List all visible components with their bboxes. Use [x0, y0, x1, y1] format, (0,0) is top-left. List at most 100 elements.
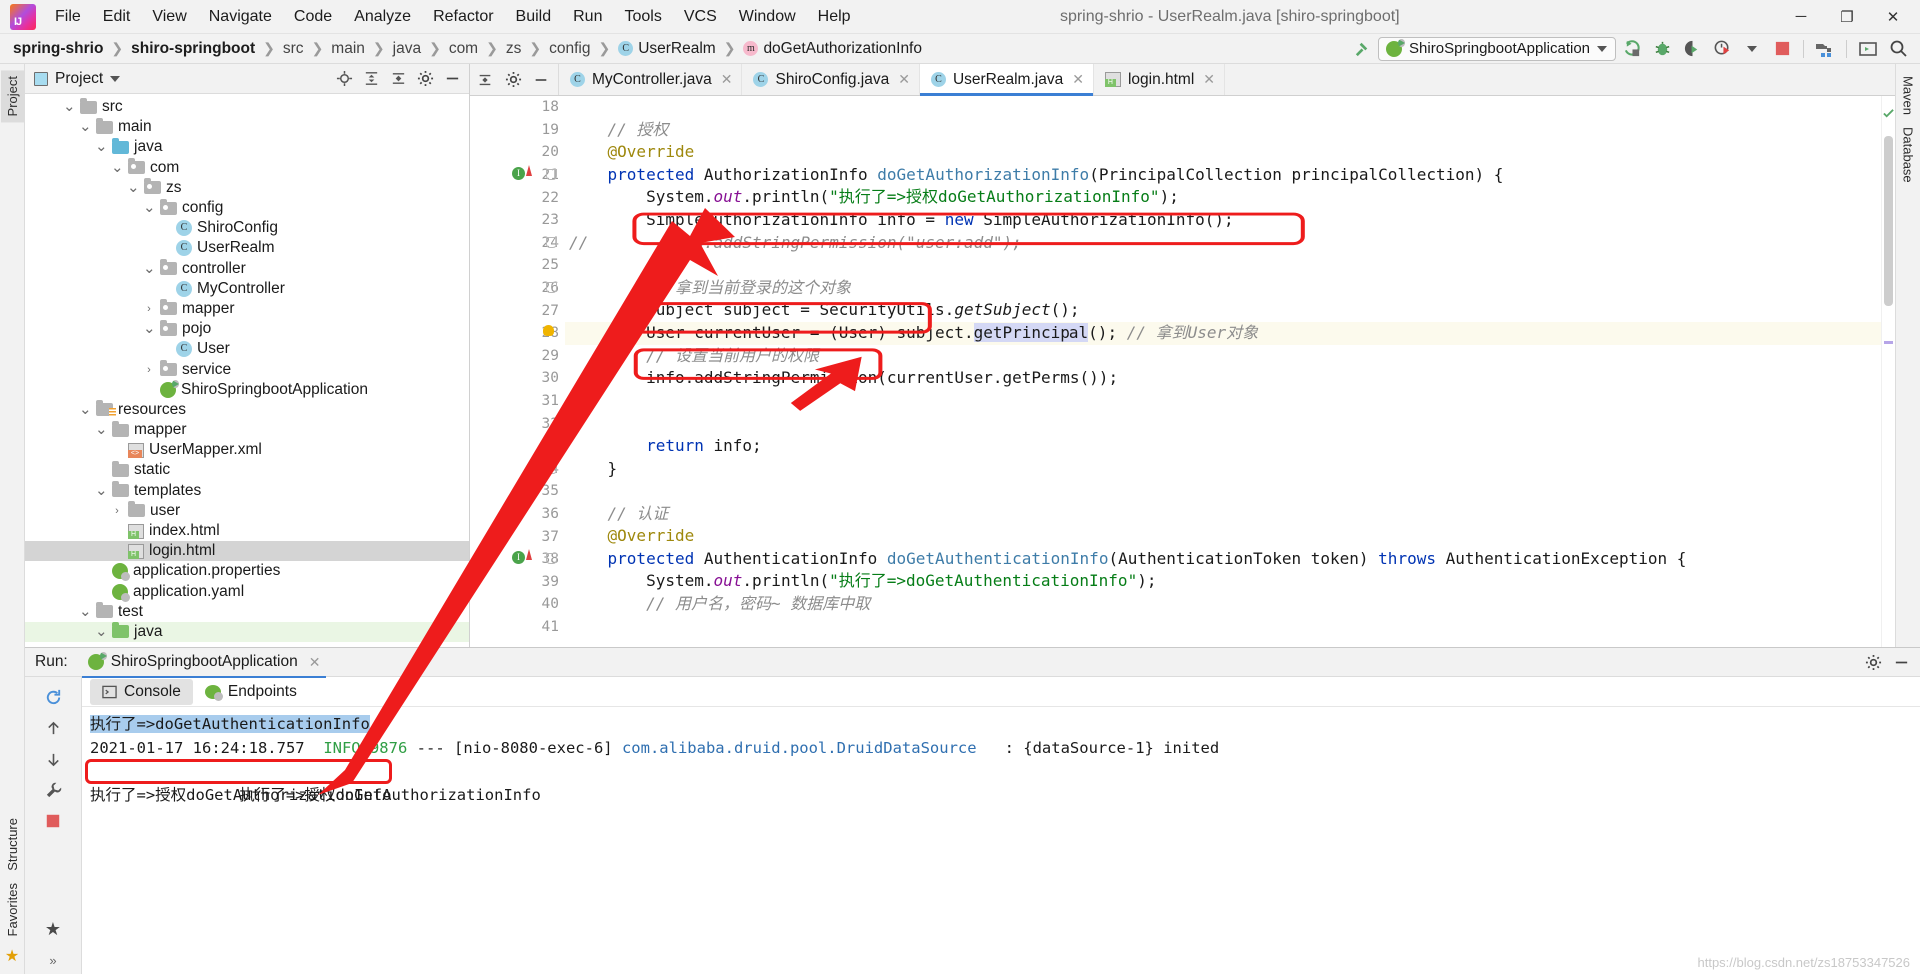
- debug-button[interactable]: [1648, 36, 1676, 62]
- chevron-down-icon[interactable]: ⌄: [143, 200, 156, 215]
- tree-node[interactable]: › user: [25, 501, 469, 521]
- editor-gutter[interactable]: 18192021I2223242526272829303132333435363…: [470, 96, 565, 647]
- gutter-line-number[interactable]: 26: [470, 277, 565, 300]
- collapse-all-icon[interactable]: [385, 66, 411, 91]
- close-icon[interactable]: ✕: [898, 71, 910, 88]
- tree-node[interactable]: <> UserMapper.xml: [25, 440, 469, 460]
- code-editor[interactable]: 18192021I2223242526272829303132333435363…: [470, 96, 1895, 647]
- chevron-down-icon[interactable]: ⌄: [95, 624, 108, 639]
- menu-code[interactable]: Code: [283, 5, 343, 29]
- hide-icon[interactable]: [1888, 650, 1914, 675]
- run-button[interactable]: [1618, 36, 1646, 62]
- tab-shiroconfig-java[interactable]: C ShiroConfig.java ✕: [742, 64, 920, 95]
- tree-node[interactable]: application.yaml: [25, 582, 469, 602]
- code-line[interactable]: System.out.println("执行了=>授权doGetAuthoriz…: [565, 186, 1881, 209]
- breadcrumb-item-com[interactable]: com: [446, 39, 481, 59]
- code-line[interactable]: protected AuthorizationInfo doGetAuthori…: [565, 164, 1881, 187]
- project-tree[interactable]: ⌄ src ⌄ main ⌄ java ⌄ com ⌄ zs ⌄ config C ShiroConfig…: [25, 94, 469, 647]
- gutter-line-number[interactable]: 40: [470, 593, 565, 616]
- tree-node[interactable]: › service: [25, 359, 469, 379]
- tree-node[interactable]: ShiroSpringbootApplication: [25, 379, 469, 400]
- menu-file[interactable]: File: [44, 5, 92, 29]
- hide-icon[interactable]: [528, 67, 554, 92]
- intention-bulb-icon[interactable]: [543, 324, 554, 336]
- gutter-line-number[interactable]: 30: [470, 367, 565, 390]
- build-hammer-icon[interactable]: [1348, 36, 1376, 62]
- gutter-line-number[interactable]: 41: [470, 616, 565, 639]
- code-line[interactable]: System.out.println("执行了=>doGetAuthentica…: [565, 570, 1881, 593]
- run-with-coverage-button[interactable]: [1678, 36, 1706, 62]
- chevron-down-icon[interactable]: ⌄: [111, 160, 124, 175]
- gutter-line-number[interactable]: 34: [470, 458, 565, 481]
- breadcrumb-item-class[interactable]: C UserRealm: [615, 39, 719, 59]
- code-line[interactable]: [565, 616, 1881, 639]
- tree-node[interactable]: ⌄ zs: [25, 178, 469, 198]
- fold-marker-icon[interactable]: [546, 168, 557, 180]
- star-icon[interactable]: ★: [38, 915, 68, 943]
- tree-node[interactable]: C User: [25, 339, 469, 359]
- profiler-button[interactable]: [1708, 36, 1736, 62]
- tab-userrealm-java[interactable]: C UserRealm.java ✕: [919, 64, 1094, 96]
- fold-marker-icon[interactable]: [546, 552, 557, 564]
- code-line[interactable]: info.addStringPermission(currentUser.get…: [565, 367, 1881, 390]
- code-line[interactable]: @Override: [565, 525, 1881, 548]
- chevron-right-icon[interactable]: ›: [111, 501, 123, 521]
- sidebar-item-favorites[interactable]: Favorites: [1, 877, 24, 942]
- chevron-down-icon[interactable]: ⌄: [79, 119, 92, 134]
- tree-node[interactable]: C ShiroConfig: [25, 218, 469, 238]
- tree-node[interactable]: ⌄ java: [25, 621, 469, 643]
- chevron-down-icon[interactable]: ⌄: [127, 180, 140, 195]
- chevron-down-icon[interactable]: ⌄: [95, 139, 108, 154]
- editor-scrollbar[interactable]: [1881, 96, 1895, 647]
- tree-node[interactable]: ⌄ resources: [25, 400, 469, 420]
- chevron-right-icon[interactable]: ›: [143, 299, 155, 319]
- code-line[interactable]: // info.addStringPermission("user:add");: [565, 232, 1881, 255]
- close-icon[interactable]: ✕: [1203, 71, 1215, 88]
- wrench-icon[interactable]: [38, 776, 68, 804]
- gutter-line-number[interactable]: 27: [470, 299, 565, 322]
- implements-method-gutter-icon[interactable]: I: [512, 166, 525, 180]
- breadcrumb-item-project[interactable]: spring-shrio: [10, 39, 106, 59]
- breadcrumb-item-main[interactable]: main: [328, 39, 368, 59]
- gutter-line-number[interactable]: 21 I: [470, 164, 565, 187]
- menu-view[interactable]: View: [141, 5, 197, 29]
- code-line[interactable]: // 授权: [565, 119, 1881, 142]
- code-line[interactable]: // 用户名，密码~ 数据库中取: [565, 593, 1881, 616]
- chevron-down-icon[interactable]: ⌄: [143, 321, 156, 336]
- menu-run[interactable]: Run: [562, 5, 613, 29]
- chevron-down-icon[interactable]: ⌄: [143, 261, 156, 276]
- code-line[interactable]: return info;: [565, 435, 1881, 458]
- gutter-line-number[interactable]: 37: [470, 525, 565, 548]
- gutter-line-number[interactable]: 19: [470, 119, 565, 142]
- code-line[interactable]: User currentUser = (User) subject.getPri…: [565, 321, 1881, 345]
- tree-node[interactable]: Hlogin.html: [25, 541, 469, 562]
- stop-icon[interactable]: [38, 807, 68, 835]
- gutter-line-number[interactable]: 28: [470, 322, 565, 345]
- code-line[interactable]: // 设置当前用户的权限: [565, 345, 1881, 368]
- sidebar-item-structure[interactable]: Structure: [1, 812, 24, 877]
- menu-analyze[interactable]: Analyze: [343, 5, 422, 29]
- stop-button[interactable]: [1768, 36, 1796, 62]
- tree-node[interactable]: ⌄ controller: [25, 259, 469, 279]
- implements-method-gutter-icon[interactable]: I: [512, 550, 525, 564]
- tree-node[interactable]: ⌄ src: [25, 97, 469, 117]
- tree-node[interactable]: › mapper: [25, 299, 469, 319]
- gutter-line-number[interactable]: 22: [470, 186, 565, 209]
- gutter-line-number[interactable]: 38 I: [470, 548, 565, 571]
- run-config-tab[interactable]: ShiroSpringbootApplication ✕: [81, 650, 327, 678]
- code-line[interactable]: [565, 390, 1881, 413]
- close-button[interactable]: ✕: [1870, 0, 1916, 33]
- terminal-button[interactable]: [1854, 36, 1882, 62]
- gutter-line-number[interactable]: 23: [470, 209, 565, 232]
- sidebar-item-project[interactable]: Project: [0, 70, 24, 123]
- tree-node[interactable]: ⌄ main: [25, 117, 469, 137]
- breadcrumb-item-config[interactable]: config: [546, 39, 593, 59]
- gutter-line-number[interactable]: 18: [470, 96, 565, 119]
- code-line[interactable]: Subject subject = SecurityUtils.getSubje…: [565, 299, 1881, 322]
- tree-node[interactable]: Hindex.html: [25, 521, 469, 541]
- gutter-line-number[interactable]: 33: [470, 435, 565, 458]
- gear-icon[interactable]: [1860, 650, 1886, 675]
- close-icon[interactable]: ✕: [721, 71, 733, 88]
- gutter-line-number[interactable]: 36: [470, 503, 565, 526]
- breadcrumb-item-module[interactable]: shiro-springboot: [128, 39, 258, 59]
